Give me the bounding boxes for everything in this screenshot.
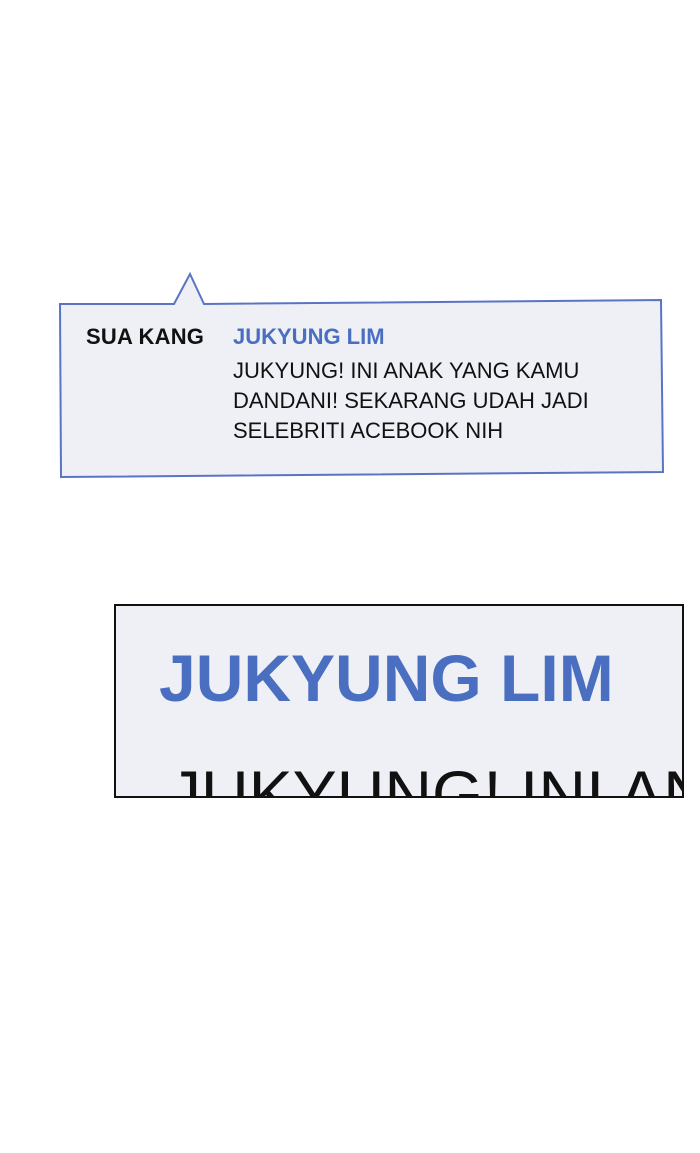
zoomed-message-fragment: JUKYUNG! INI AN (168, 757, 684, 798)
comic-page: SUA KANG JUKYUNG LIM JUKYUNG! INI ANAK Y… (0, 0, 700, 1153)
zoomed-chat-panel: JUKYUNG LIM JUKYUNG! INI AN (114, 604, 684, 798)
bubble-sender-name: SUA KANG (86, 324, 205, 349)
bubble-contact-name: JUKYUNG LIM (233, 324, 385, 349)
bubble-message-text: JUKYUNG! INI ANAK YANG KAMU DANDANI! SEK… (233, 358, 589, 443)
zoomed-contact-name: JUKYUNG LIM (159, 641, 614, 715)
